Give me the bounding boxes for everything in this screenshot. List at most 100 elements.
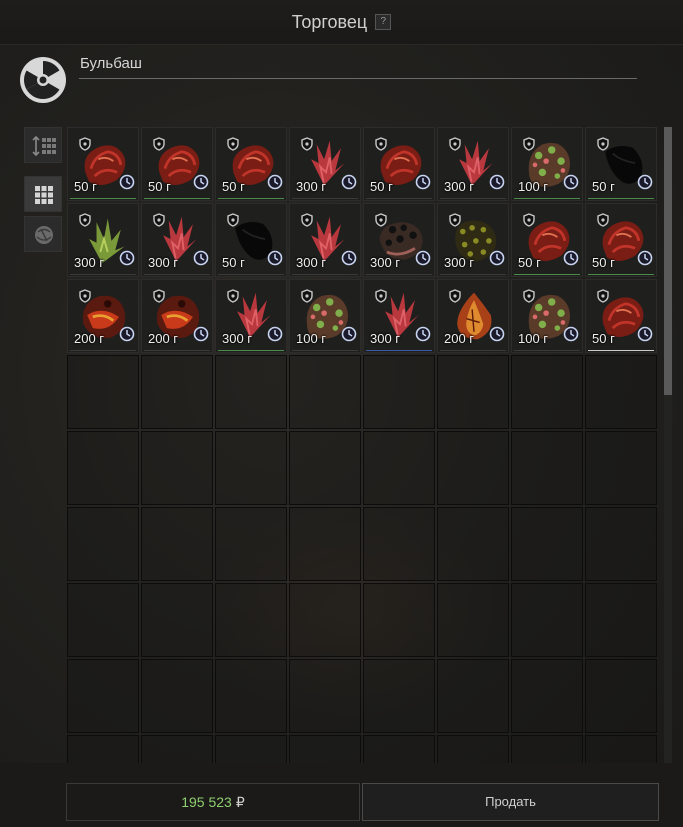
inventory-item[interactable]: 50 г [67,127,139,201]
empty-slot[interactable] [511,507,583,581]
empty-slot[interactable] [67,583,139,657]
empty-slot[interactable] [215,431,287,505]
empty-slot[interactable] [67,659,139,733]
empty-slot[interactable] [363,507,435,581]
empty-slot[interactable] [215,355,287,429]
protection-icon [226,213,240,232]
scrollbar[interactable] [664,127,672,763]
item-price: 50 г [370,179,393,194]
inventory-item[interactable]: 200 г [141,279,213,353]
empty-slot[interactable] [363,355,435,429]
empty-slot[interactable] [67,735,139,763]
empty-slot[interactable] [141,431,213,505]
sell-button[interactable]: Продать [362,783,659,821]
empty-slot[interactable] [215,735,287,763]
empty-slot[interactable] [141,659,213,733]
inventory-item[interactable]: 100 г [289,279,361,353]
empty-slot[interactable] [585,583,657,657]
empty-slot[interactable] [67,507,139,581]
empty-slot[interactable] [141,507,213,581]
empty-slot[interactable] [141,583,213,657]
empty-slot[interactable] [363,431,435,505]
item-price: 300 г [444,255,475,270]
empty-slot[interactable] [67,355,139,429]
empty-slot[interactable] [585,355,657,429]
grid-view-button[interactable] [24,176,62,212]
empty-slot[interactable] [215,659,287,733]
empty-slot[interactable] [437,507,509,581]
inventory-item[interactable]: 300 г [363,279,435,353]
empty-slot[interactable] [289,583,361,657]
sort-button[interactable] [24,127,62,163]
empty-slot[interactable] [363,583,435,657]
empty-slot[interactable] [289,431,361,505]
empty-slot[interactable] [289,355,361,429]
empty-slot[interactable] [437,659,509,733]
item-price: 300 г [74,255,105,270]
empty-slot[interactable] [511,735,583,763]
inventory-item[interactable]: 300 г [363,203,435,277]
item-underline [440,350,506,351]
empty-slot[interactable] [67,431,139,505]
empty-slot[interactable] [289,507,361,581]
inventory-item[interactable]: 300 г [215,279,287,353]
inventory-item[interactable]: 50 г [585,203,657,277]
inventory-item[interactable]: 100 г [511,127,583,201]
inventory-item[interactable]: 300 г [67,203,139,277]
scrollbar-thumb[interactable] [664,127,672,395]
empty-slot[interactable] [585,431,657,505]
empty-slot[interactable] [437,355,509,429]
protection-icon [374,213,388,232]
empty-slot[interactable] [511,431,583,505]
item-underline [144,274,210,275]
help-button[interactable]: ? [375,14,392,31]
timer-icon [563,174,579,195]
empty-slot[interactable] [437,583,509,657]
inventory-item[interactable]: 50 г [141,127,213,201]
item-underline [218,198,284,199]
inventory-item[interactable]: 300 г [289,203,361,277]
inventory-item[interactable]: 50 г [585,127,657,201]
empty-slot[interactable] [511,659,583,733]
inventory-item[interactable]: 50 г [585,279,657,353]
protection-icon [448,213,462,232]
item-underline [366,350,432,351]
inventory-item[interactable]: 50 г [215,127,287,201]
empty-slot[interactable] [289,735,361,763]
empty-slot[interactable] [363,659,435,733]
empty-slot[interactable] [585,735,657,763]
artifact-filter-button[interactable] [24,216,62,252]
item-price: 50 г [222,255,245,270]
trader-name[interactable]: Бульбаш [80,55,142,72]
empty-slot[interactable] [437,431,509,505]
empty-slot[interactable] [511,355,583,429]
protection-icon [152,213,166,232]
inventory-item[interactable]: 50 г [215,203,287,277]
inventory-item[interactable]: 200 г [437,279,509,353]
timer-icon [489,250,505,271]
item-underline [366,274,432,275]
item-price: 300 г [148,255,179,270]
inventory-item[interactable]: 300 г [437,203,509,277]
inventory-item[interactable]: 200 г [67,279,139,353]
inventory-item[interactable]: 50 г [511,203,583,277]
empty-slot[interactable] [585,659,657,733]
empty-slot[interactable] [363,735,435,763]
empty-slot[interactable] [141,735,213,763]
currency-symbol: ₽ [235,794,245,810]
empty-slot[interactable] [141,355,213,429]
empty-slot[interactable] [511,583,583,657]
protection-icon [78,137,92,156]
inventory-item[interactable]: 300 г [141,203,213,277]
inventory-item[interactable]: 300 г [289,127,361,201]
empty-slot[interactable] [437,735,509,763]
inventory-item[interactable]: 100 г [511,279,583,353]
window-title: Торговец? [0,11,683,33]
protection-icon [152,289,166,308]
inventory-item[interactable]: 300 г [437,127,509,201]
empty-slot[interactable] [215,583,287,657]
empty-slot[interactable] [215,507,287,581]
empty-slot[interactable] [289,659,361,733]
inventory-item[interactable]: 50 г [363,127,435,201]
empty-slot[interactable] [585,507,657,581]
